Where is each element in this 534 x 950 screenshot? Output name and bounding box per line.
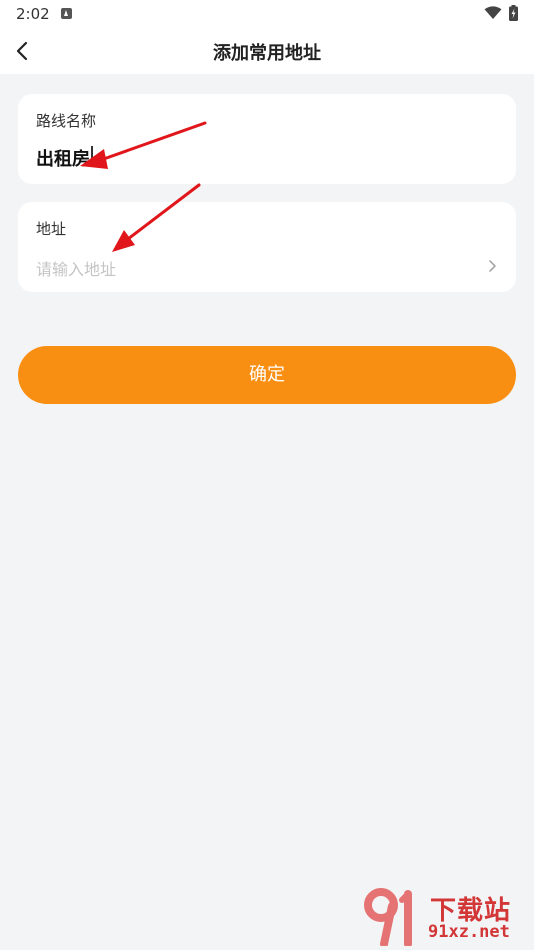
route-name-label: 路线名称 bbox=[36, 112, 97, 130]
page-title: 添加常用地址 bbox=[213, 43, 321, 64]
watermark-url: 91xz.net bbox=[428, 922, 510, 942]
status-time: 2:02 bbox=[16, 5, 50, 23]
notification-a-icon bbox=[61, 8, 72, 19]
route-name-input[interactable]: 出租房 bbox=[36, 145, 92, 171]
wifi-icon bbox=[484, 6, 502, 19]
address-label: 地址 bbox=[36, 220, 67, 238]
watermark: 下载站 91xz.net bbox=[364, 886, 534, 946]
watermark-logo-icon bbox=[364, 888, 412, 946]
address-card[interactable]: 地址 请输入地址 bbox=[18, 202, 516, 292]
nav-bar: 添加常用地址 bbox=[0, 28, 534, 74]
confirm-button[interactable]: 确定 bbox=[18, 346, 516, 404]
route-name-card: 路线名称 出租房 bbox=[18, 94, 516, 184]
battery-charging-icon bbox=[509, 5, 518, 21]
status-bar: 2:02 bbox=[0, 0, 534, 28]
chevron-right-icon bbox=[489, 260, 496, 272]
address-input[interactable]: 请输入地址 bbox=[36, 256, 116, 280]
text-cursor bbox=[91, 146, 93, 166]
